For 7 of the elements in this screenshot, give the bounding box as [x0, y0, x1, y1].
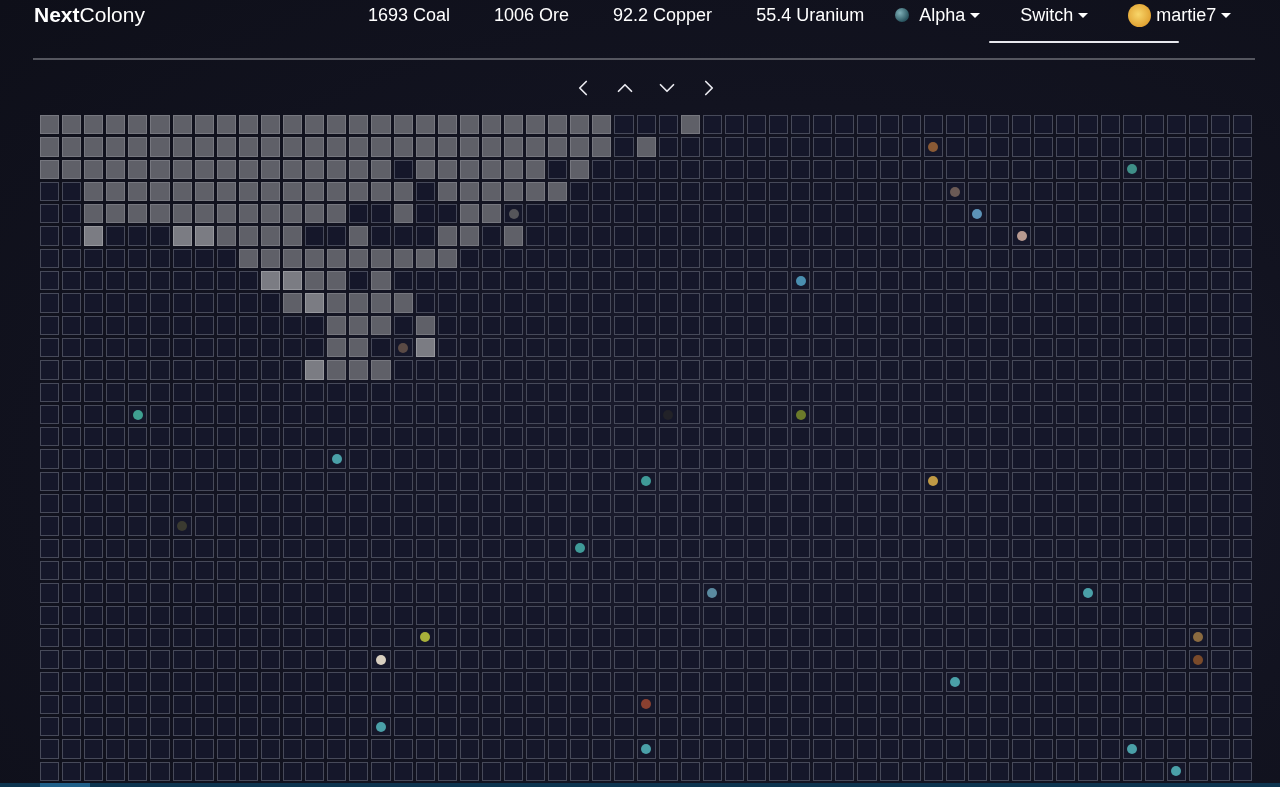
app-logo[interactable]: NextColony [34, 3, 145, 27]
nav-menu-link[interactable]: martie7 [1128, 3, 1232, 27]
resource-amount: 1693 Coal [367, 4, 450, 26]
resource-amount: 55.4 Uranium [756, 4, 865, 26]
nav-menu-link[interactable]: Alpha [895, 4, 981, 26]
resource-amount: 1006 Ore [494, 4, 570, 26]
resource-amount: 92.2 Copper [613, 4, 713, 26]
